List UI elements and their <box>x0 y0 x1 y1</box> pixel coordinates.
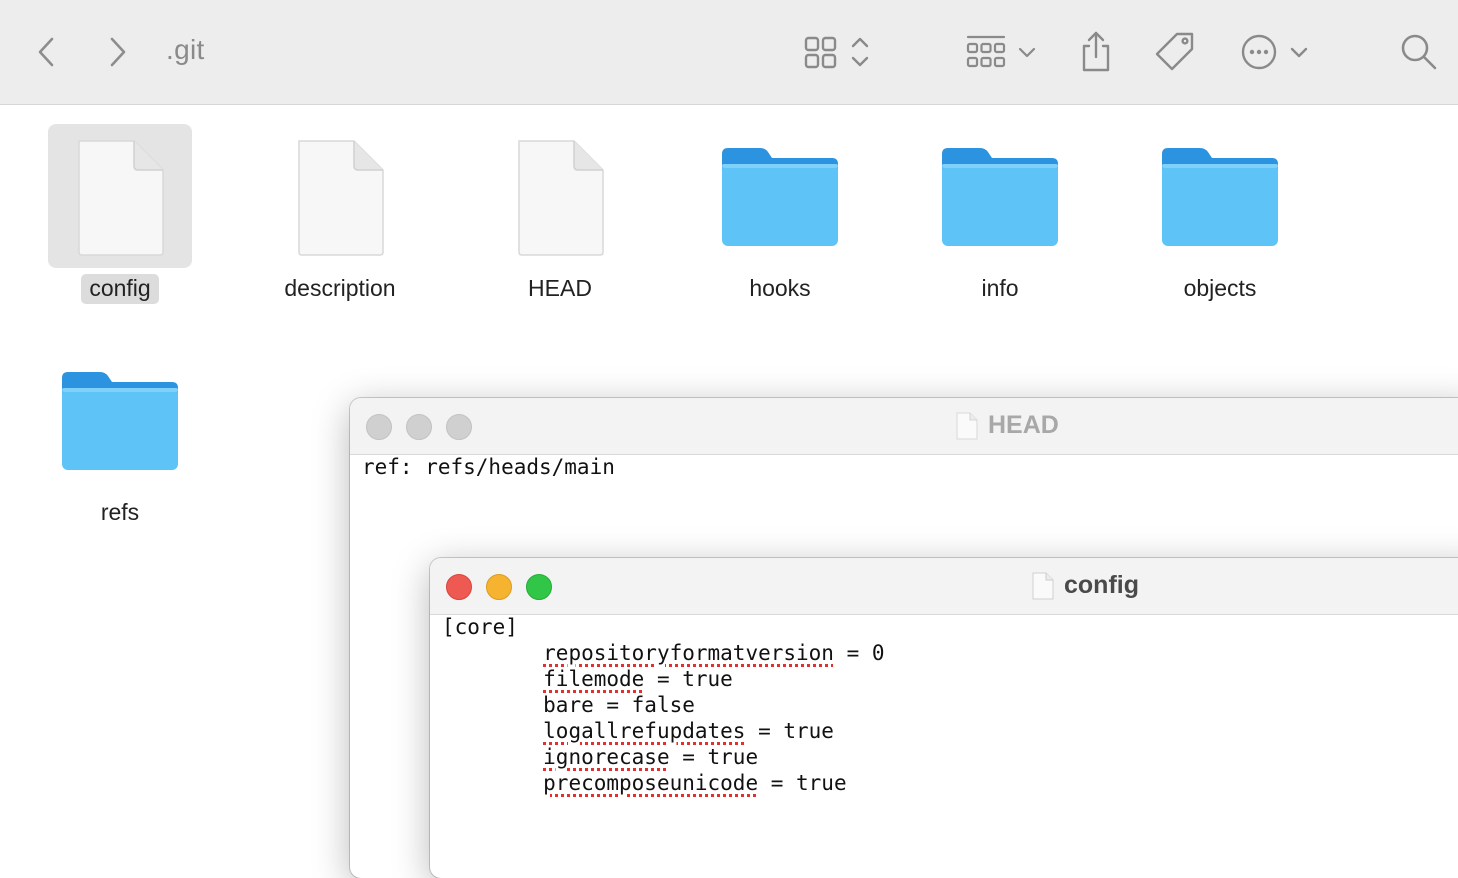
search-icon <box>1401 34 1437 70</box>
config-line: precomposeunicode = true <box>442 771 847 795</box>
minimize-button[interactable] <box>406 414 432 440</box>
misspelled-word: ignorecase <box>543 745 670 769</box>
search-button[interactable] <box>1398 26 1440 78</box>
config-key: [core] <box>442 615 518 639</box>
zoom-button[interactable] <box>446 414 472 440</box>
document-icon <box>1032 572 1054 599</box>
document-icon <box>78 140 164 256</box>
folder-hooks[interactable]: hooks <box>680 124 880 314</box>
config-value: = 0 <box>833 641 885 665</box>
text-content[interactable]: ref: refs/heads/main <box>362 454 615 480</box>
window-title-text: HEAD <box>988 411 1059 439</box>
config-key: bare <box>543 693 594 717</box>
file-label: refs <box>100 499 140 525</box>
folder-refs[interactable]: refs <box>20 348 220 538</box>
zoom-button[interactable] <box>526 574 552 600</box>
document-icon <box>956 412 978 439</box>
file-description[interactable]: description <box>240 124 440 314</box>
document-icon <box>298 140 384 256</box>
config-line: filemode = true <box>442 667 733 691</box>
forward-button[interactable] <box>100 26 136 78</box>
config-line: bare = false <box>442 693 695 717</box>
file-label: config <box>81 274 159 304</box>
folder-icon <box>1162 148 1278 246</box>
document-icon <box>518 140 604 256</box>
group-button[interactable] <box>962 26 1042 78</box>
file-label: description <box>284 275 396 301</box>
grid-view-icon <box>804 36 869 69</box>
misspelled-word: precomposeunicode <box>543 771 759 795</box>
config-line: [core] <box>442 615 518 639</box>
folder-icon <box>722 148 838 246</box>
share-icon <box>1082 31 1110 72</box>
misspelled-word: filemode <box>543 667 645 691</box>
file-label: HEAD <box>528 275 592 301</box>
folder-objects[interactable]: objects <box>1120 124 1320 314</box>
view-mode-button[interactable] <box>800 26 880 78</box>
file-label: hooks <box>749 275 811 301</box>
window-title-text: config <box>1064 571 1139 599</box>
config-line: logallrefupdates = true <box>442 719 834 743</box>
chevron-right-icon <box>110 37 126 67</box>
close-button[interactable] <box>366 414 392 440</box>
config-value: = true <box>745 719 834 743</box>
finder-toolbar: .git <box>0 0 1458 105</box>
file-label: info <box>981 275 1019 301</box>
file-config[interactable]: config <box>20 124 220 314</box>
group-icon <box>966 35 1036 68</box>
config-value: = true <box>644 667 733 691</box>
folder-icon <box>62 372 178 470</box>
more-actions-button[interactable] <box>1238 26 1312 78</box>
folder-info[interactable]: info <box>900 124 1100 314</box>
config-value: = true <box>758 771 847 795</box>
close-button[interactable] <box>446 574 472 600</box>
share-button[interactable] <box>1076 26 1116 78</box>
misspelled-word: repositoryformatversion <box>543 641 834 665</box>
file-head[interactable]: HEAD <box>460 124 660 314</box>
window-titlebar[interactable]: config <box>430 558 1458 615</box>
window-titlebar[interactable]: HEAD <box>350 398 1458 455</box>
config-textedit-window: config [core] repositoryformatversion = … <box>430 558 1458 878</box>
config-value: = false <box>593 693 695 717</box>
chevron-left-icon <box>38 37 54 67</box>
text-content[interactable]: [core] repositoryformatversion = 0 filem… <box>442 614 885 796</box>
config-value: = true <box>669 745 759 769</box>
minimize-button[interactable] <box>486 574 512 600</box>
misspelled-word: logallrefupdates <box>543 719 746 743</box>
tag-button[interactable] <box>1152 26 1198 78</box>
file-label: objects <box>1183 275 1257 301</box>
tag-icon <box>1155 32 1194 71</box>
folder-icon <box>942 148 1058 246</box>
window-title: HEAD <box>956 411 1059 440</box>
back-button[interactable] <box>28 26 64 78</box>
config-line: repositoryformatversion = 0 <box>442 641 885 665</box>
ellipsis-circle-icon <box>1241 34 1308 70</box>
window-folder-title: .git <box>166 34 205 65</box>
window-title: config <box>1032 571 1139 600</box>
config-line: ignorecase = true <box>442 745 758 769</box>
